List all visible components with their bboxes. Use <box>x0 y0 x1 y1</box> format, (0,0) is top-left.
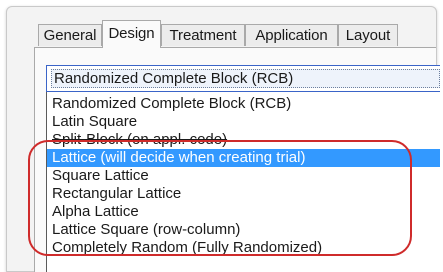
design-type-selected-value: Randomized Complete Block (RCB) <box>51 69 440 88</box>
design-option-alpha-lattice[interactable]: Alpha Lattice <box>47 203 440 221</box>
tab-general[interactable]: General <box>38 24 102 46</box>
design-option-lattice[interactable]: Lattice (will decide when creating trial… <box>47 149 440 167</box>
design-type-dropdown-list[interactable]: Randomized Complete Block (RCB) Latin Sq… <box>46 92 440 272</box>
tab-treatment[interactable]: Treatment <box>161 24 245 46</box>
design-option-square-lattice[interactable]: Square Lattice <box>47 167 440 185</box>
design-option-completely-random[interactable]: Completely Random (Fully Randomized) <box>47 239 440 257</box>
design-option-split-block[interactable]: Split-Block (on appl. code) <box>47 131 440 149</box>
design-type-combobox[interactable]: Randomized Complete Block (RCB) <box>46 65 440 92</box>
design-option-rcb[interactable]: Randomized Complete Block (RCB) <box>47 95 440 113</box>
tab-design[interactable]: Design <box>102 20 161 48</box>
design-option-rectangular-lattice[interactable]: Rectangular Lattice <box>47 185 440 203</box>
design-option-lattice-square[interactable]: Lattice Square (row-column) <box>47 221 440 239</box>
tab-layout[interactable]: Layout <box>338 24 398 46</box>
tab-application[interactable]: Application <box>245 24 338 46</box>
design-option-latin-square[interactable]: Latin Square <box>47 113 440 131</box>
